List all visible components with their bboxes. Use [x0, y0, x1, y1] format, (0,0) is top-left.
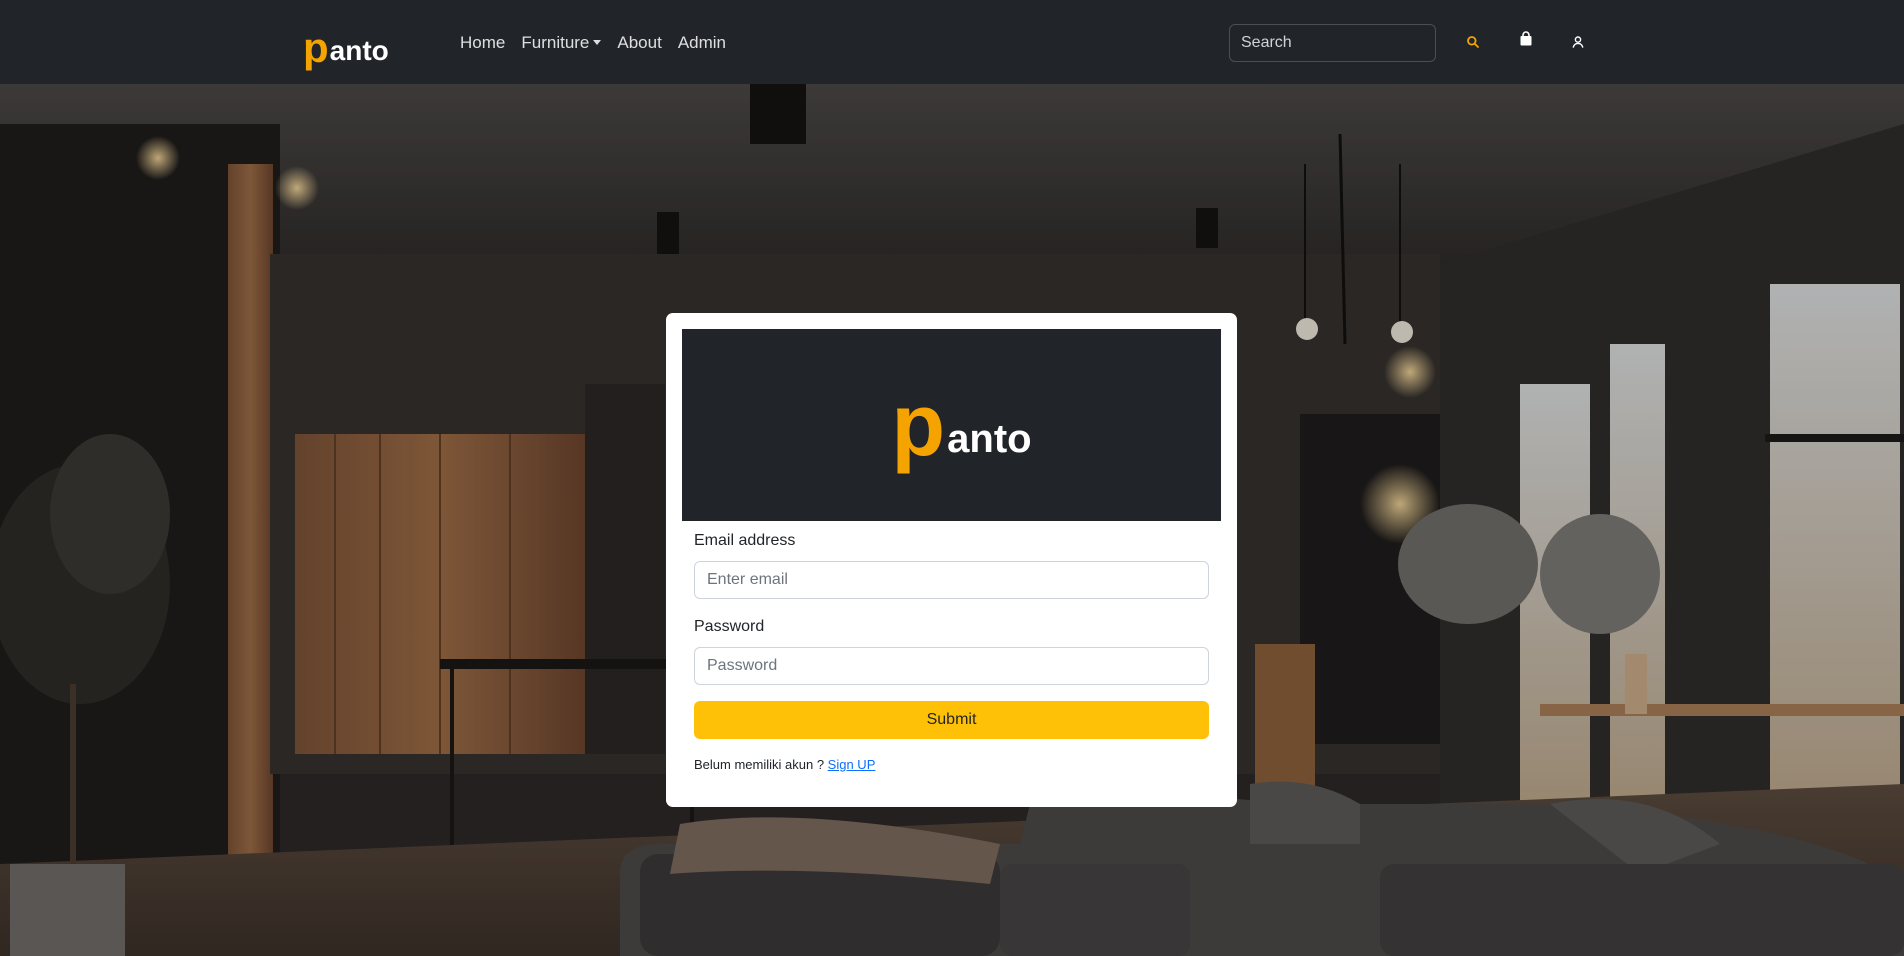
email-field[interactable] [694, 561, 1209, 599]
search-input[interactable] [1229, 24, 1436, 62]
shopping-bag-icon [1520, 31, 1532, 46]
nav-link-home[interactable]: Home [460, 31, 505, 55]
password-field[interactable] [694, 647, 1209, 685]
login-logo-p: p [891, 375, 946, 474]
main-nav: Home Furniture About Admin [460, 31, 726, 55]
login-logo: p anto [891, 375, 1032, 474]
search-button[interactable] [1459, 28, 1487, 56]
signup-link[interactable]: Sign UP [828, 757, 876, 772]
caret-down-icon [593, 40, 602, 45]
email-label: Email address [694, 532, 796, 549]
nav-link-admin[interactable]: Admin [678, 31, 726, 55]
brand-logo[interactable]: p anto [303, 22, 389, 71]
signup-prompt-text: Belum memiliki akun ? [694, 757, 825, 772]
navbar: p anto Home Furniture About Admin [0, 0, 1904, 84]
login-card: panto Email address Password Submit Belu… [666, 313, 1237, 807]
search-icon [1467, 36, 1479, 48]
signup-prompt: Belum memiliki akun ? Sign UP [694, 757, 875, 772]
brand-logo-text: anto [329, 35, 389, 66]
submit-button[interactable]: Submit [694, 701, 1209, 739]
password-label: Password [694, 618, 765, 635]
nav-link-furniture-label: Furniture [521, 33, 590, 52]
user-icon [1572, 36, 1584, 48]
login-logo-text: anto [947, 417, 1032, 461]
cart-button[interactable] [1512, 25, 1540, 53]
login-banner: p anto [682, 329, 1221, 521]
account-button[interactable] [1564, 28, 1592, 56]
nav-link-furniture-dropdown[interactable]: Furniture [521, 31, 602, 55]
brand-logo-p: p [303, 24, 329, 71]
nav-link-about[interactable]: About [617, 31, 661, 55]
